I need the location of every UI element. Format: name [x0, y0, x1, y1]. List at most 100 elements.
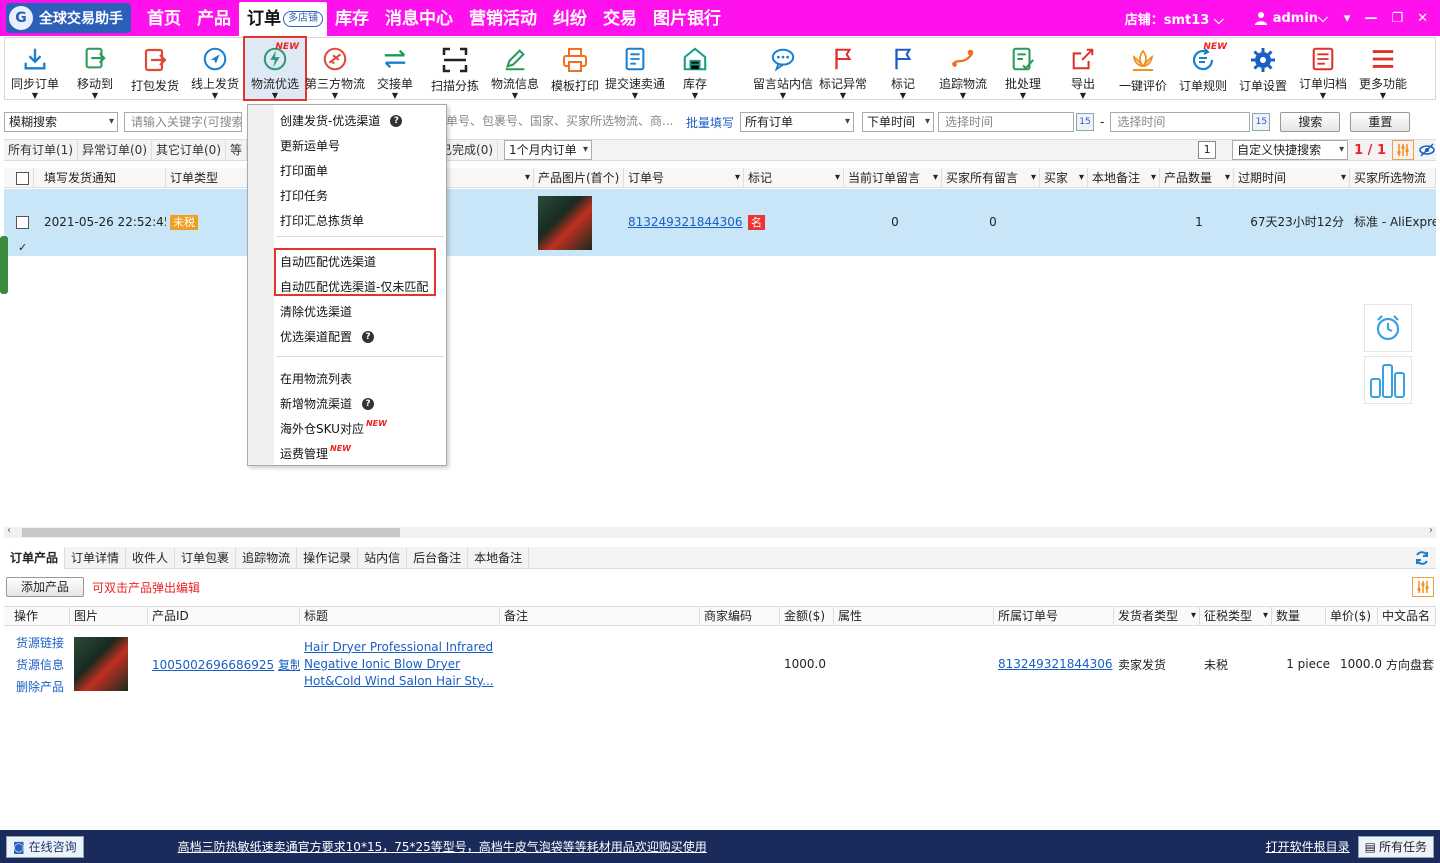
col-order-type[interactable]: 订单类型 [166, 167, 248, 188]
col-buyer[interactable]: 买家 [1040, 167, 1088, 188]
pcol-unit-price[interactable]: 单价($) [1326, 606, 1378, 626]
ad-marquee[interactable]: 高档三防热敏纸速卖通官方要求10*15，75*25等型号，高档牛皮气泡袋等等耗材… [178, 838, 707, 855]
col-product-image[interactable]: 产品图片(首个) [534, 167, 624, 188]
one-click-review-button[interactable]: 一键评价 [1113, 38, 1173, 99]
tab-local-note[interactable]: 本地备注 [468, 546, 530, 569]
pcol-product-id[interactable]: 产品ID [148, 606, 300, 626]
select-all-checkbox[interactable] [16, 171, 29, 185]
calendar-icon[interactable]: 15 [1252, 113, 1271, 131]
delete-product-link[interactable]: 删除产品 [16, 678, 70, 695]
user-menu[interactable]: admin ⌵ [1254, 11, 1328, 26]
third-party-logistics-button[interactable]: 第三方物流 ▼ [305, 38, 365, 100]
quick-search-select[interactable]: 自定义快捷搜索 [1232, 140, 1349, 160]
select-all-checkbox-cell[interactable] [4, 167, 34, 188]
all-tasks-button[interactable]: ▤ 所有任务 [1357, 835, 1434, 858]
menu-item-add-channel[interactable]: 新增物流渠道? [280, 395, 375, 412]
mark-button[interactable]: 标记 ▼ [873, 38, 933, 100]
search-button[interactable]: 搜索 [1280, 112, 1341, 132]
nav-image-bank[interactable]: 图片银行 [645, 2, 729, 36]
open-dir-link[interactable]: 打开软件根目录 [1266, 838, 1350, 855]
column-settings-icon[interactable] [1392, 140, 1414, 160]
inventory-button[interactable]: 库存 ▼ [665, 38, 725, 100]
tab-all-orders[interactable]: 所有订单(1) [4, 140, 78, 160]
batch-process-button[interactable]: 批处理 ▼ [993, 38, 1053, 100]
close-icon[interactable]: ✕ [1417, 11, 1428, 26]
order-no-link[interactable]: 813249321844306 [628, 215, 743, 229]
left-scroll-handle[interactable] [0, 236, 8, 294]
order-archive-button[interactable]: 订单归档 ▼ [1293, 38, 1353, 100]
start-time-input[interactable]: 选择时间 [938, 112, 1075, 132]
handover-sheet-button[interactable]: 交接单 ▼ [365, 38, 425, 100]
calendar-icon[interactable]: 15 [1076, 113, 1095, 131]
tab-backend-note[interactable]: 后台备注 [407, 546, 469, 569]
row-checkbox[interactable] [16, 214, 29, 256]
tab-site-message[interactable]: 站内信 [358, 546, 408, 569]
col-mark[interactable]: 标记 [744, 167, 844, 188]
app-logo[interactable]: G 全球交易助手 [6, 3, 131, 33]
pcol-image[interactable]: 图片 [70, 606, 148, 626]
pcol-merchant-code[interactable]: 商家编码 [700, 606, 780, 626]
product-title-line[interactable]: Negative Ionic Blow Dryer [304, 656, 500, 673]
move-to-button[interactable]: 移动到 ▼ [65, 38, 125, 100]
product-order-link[interactable]: 813249321844306 [998, 657, 1113, 671]
scrollbar-thumb[interactable] [22, 528, 400, 537]
product-thumbnail[interactable] [538, 195, 592, 250]
menu-item-update-tracking[interactable]: 更新运单号 [280, 137, 340, 154]
restore-icon[interactable]: ❐ [1391, 11, 1403, 26]
tab-order-package[interactable]: 订单包裹 [175, 546, 237, 569]
order-settings-button[interactable]: 订单设置 [1233, 38, 1293, 99]
horizontal-scrollbar[interactable]: ‹ › [4, 525, 1436, 538]
pack-ship-button[interactable]: 打包发货 [125, 38, 185, 99]
help-icon[interactable]: ? [362, 397, 375, 410]
product-id-link[interactable]: 1005002696686925 [152, 658, 274, 672]
col-current-msg[interactable]: 当前订单留言 [844, 167, 942, 188]
submit-aliexpress-button[interactable]: 提交速卖通 ▼ [605, 38, 665, 100]
menu-item-channel-config[interactable]: 优选渠道配置? [280, 328, 375, 345]
col-buyer-msgs[interactable]: 买家所有留言 [942, 167, 1040, 188]
online-consult-button[interactable]: ◙ 在线咨询 [6, 835, 84, 858]
menu-item-logistics-list[interactable]: 在用物流列表 [280, 370, 352, 387]
help-icon[interactable]: ? [390, 114, 403, 127]
tab-order-details[interactable]: 订单详情 [65, 546, 127, 569]
period-select[interactable]: 1个月内订单 [504, 140, 593, 160]
pcol-amount[interactable]: 金额($) [780, 606, 834, 626]
col-notice[interactable]: 填写发货通知 [34, 167, 166, 188]
pcol-attributes[interactable]: 属性 [834, 606, 994, 626]
track-logistics-button[interactable]: 追踪物流 ▼ [933, 38, 993, 100]
keyword-input[interactable]: 请输入关键字(可搜索 [124, 112, 242, 132]
template-print-button[interactable]: 模板打印 [545, 38, 605, 99]
pcol-shipper-type[interactable]: 发货者类型 [1114, 606, 1200, 626]
add-product-button[interactable]: 添加产品 [6, 577, 84, 597]
menu-item-overseas-sku[interactable]: 海外仓SKU对应 NEW [280, 419, 387, 437]
menu-item-freight-management[interactable]: 运费管理 NEW [280, 444, 351, 462]
tab-order-products[interactable]: 订单产品 [4, 546, 66, 569]
source-info-link[interactable]: 货源信息 [16, 656, 70, 673]
col-quantity[interactable]: 产品数量 [1160, 167, 1234, 188]
all-orders-select[interactable]: 所有订单 [740, 112, 855, 132]
tab-recipient[interactable]: 收件人 [126, 546, 176, 569]
nav-products[interactable]: 产品 [189, 2, 239, 36]
sync-orders-button[interactable]: 同步订单 ▼ [5, 38, 65, 100]
source-link[interactable]: 货源链接 [16, 634, 70, 651]
pcol-tax-type[interactable]: 征税类型 [1200, 606, 1272, 626]
menu-item-print-pick-list[interactable]: 打印汇总拣货单 [280, 212, 364, 229]
message-button[interactable]: 留言站内信 ▼ [753, 38, 813, 100]
menu-item-clear-channel[interactable]: 清除优选渠道 [280, 303, 352, 320]
nav-orders[interactable]: 订单 多店铺 [239, 2, 327, 36]
dropdown-arrow-icon[interactable]: ▾ [1344, 11, 1351, 26]
nav-messages[interactable]: 消息中心 [377, 2, 461, 36]
menu-item-print-label[interactable]: 打印面单 [280, 162, 328, 179]
scroll-right-icon[interactable]: › [1429, 525, 1433, 536]
pcol-cn-name[interactable]: 中文品名 [1378, 606, 1436, 626]
menu-item-create-shipment[interactable]: 创建发货-优选渠道? [280, 112, 403, 129]
help-icon[interactable]: ? [362, 330, 375, 343]
nav-disputes[interactable]: 纠纷 [545, 2, 595, 36]
scroll-left-icon[interactable]: ‹ [7, 525, 11, 536]
page-number-box[interactable]: 1 [1198, 141, 1217, 159]
product-column-settings-icon[interactable] [1412, 577, 1434, 597]
logistics-info-button[interactable]: 物流信息 ▼ [485, 38, 545, 100]
nav-home[interactable]: 首页 [139, 2, 189, 36]
reset-button[interactable]: 重置 [1350, 112, 1411, 132]
product-title-line[interactable]: Hot&Cold Wind Salon Hair Sty... [304, 673, 500, 690]
nav-inventory[interactable]: 库存 [327, 2, 377, 36]
